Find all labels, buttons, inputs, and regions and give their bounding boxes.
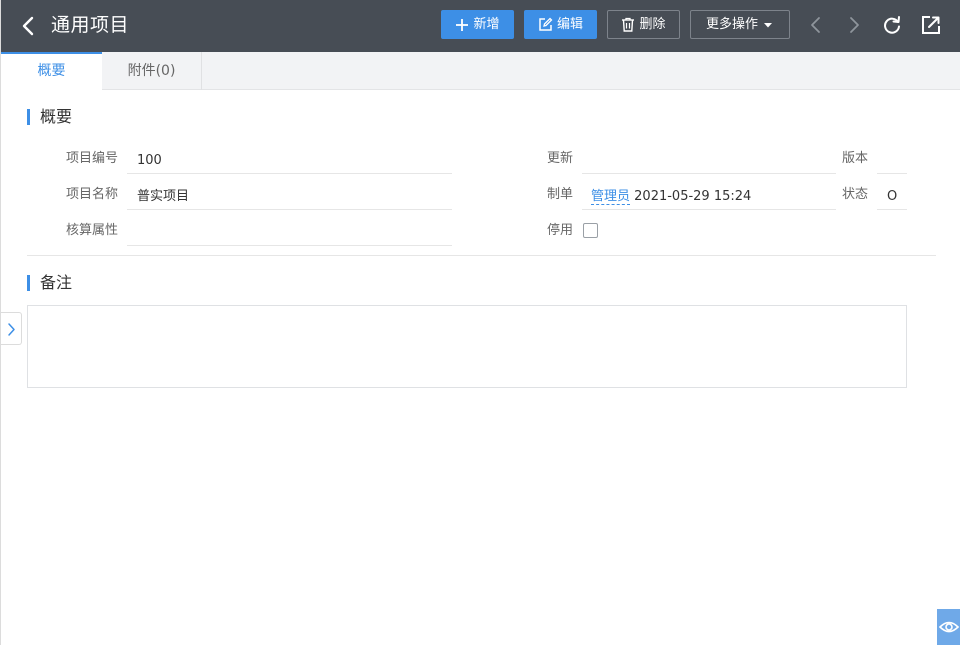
previous-record-icon[interactable] [805, 14, 827, 36]
status-label: 状态 [841, 187, 868, 202]
remark-section-title: 备注 [27, 275, 72, 291]
header-bar: 通用项目 新增 编辑 删除 更多操作 [1, 0, 960, 52]
back-arrow-icon[interactable] [19, 14, 37, 38]
delete-button[interactable]: 删除 [607, 10, 680, 39]
delete-button-label: 删除 [639, 17, 666, 32]
accounting-attr-label: 核算属性 [65, 223, 118, 238]
disabled-label: 停用 [546, 223, 573, 238]
edit-icon [539, 17, 553, 31]
page-title: 通用项目 [51, 14, 130, 36]
version-value [877, 146, 907, 174]
version-label: 版本 [841, 151, 868, 166]
tab-bar: 概要 附件(0) [1, 52, 960, 90]
caret-down-icon [764, 22, 772, 27]
refresh-icon[interactable] [881, 14, 903, 36]
tab-attachments[interactable]: 附件(0) [102, 52, 202, 90]
side-panel-toggle[interactable] [1, 312, 22, 345]
trash-icon [622, 17, 635, 32]
remark-textarea[interactable] [27, 305, 907, 388]
more-actions-label: 更多操作 [705, 17, 758, 32]
edit-button[interactable]: 编辑 [524, 10, 597, 39]
add-button[interactable]: 新增 [441, 10, 514, 39]
plus-icon [456, 18, 469, 31]
export-icon[interactable] [920, 14, 942, 36]
overview-section-title: 概要 [27, 109, 72, 125]
update-label: 更新 [546, 151, 573, 166]
project-name-value: 普实项目 [127, 182, 452, 210]
status-value: O [877, 182, 907, 210]
creator-user-link[interactable]: 管理员 [591, 189, 631, 205]
project-code-value: 100 [127, 146, 452, 174]
eye-icon [938, 621, 960, 633]
next-record-icon[interactable] [843, 14, 865, 36]
edit-button-label: 编辑 [556, 17, 583, 32]
accounting-attr-value [127, 218, 452, 246]
add-button-label: 新增 [473, 17, 500, 32]
creator-time: 2021-05-29 15:24 [634, 189, 752, 204]
creator-value: 管理员 2021-05-29 15:24 [582, 182, 836, 210]
disabled-checkbox[interactable] [583, 223, 598, 238]
chevron-right-icon [8, 323, 15, 336]
tab-overview[interactable]: 概要 [1, 52, 102, 90]
project-name-label: 项目名称 [65, 187, 118, 202]
preview-button[interactable] [937, 609, 960, 645]
update-value [582, 146, 836, 174]
project-code-label: 项目编号 [65, 151, 118, 166]
more-actions-dropdown[interactable]: 更多操作 [690, 10, 790, 39]
section-divider [27, 255, 936, 256]
page: 通用项目 新增 编辑 删除 更多操作 概要 附件(0) 概要 项目编号 100 … [0, 0, 960, 645]
creator-label: 制单 [546, 187, 573, 202]
